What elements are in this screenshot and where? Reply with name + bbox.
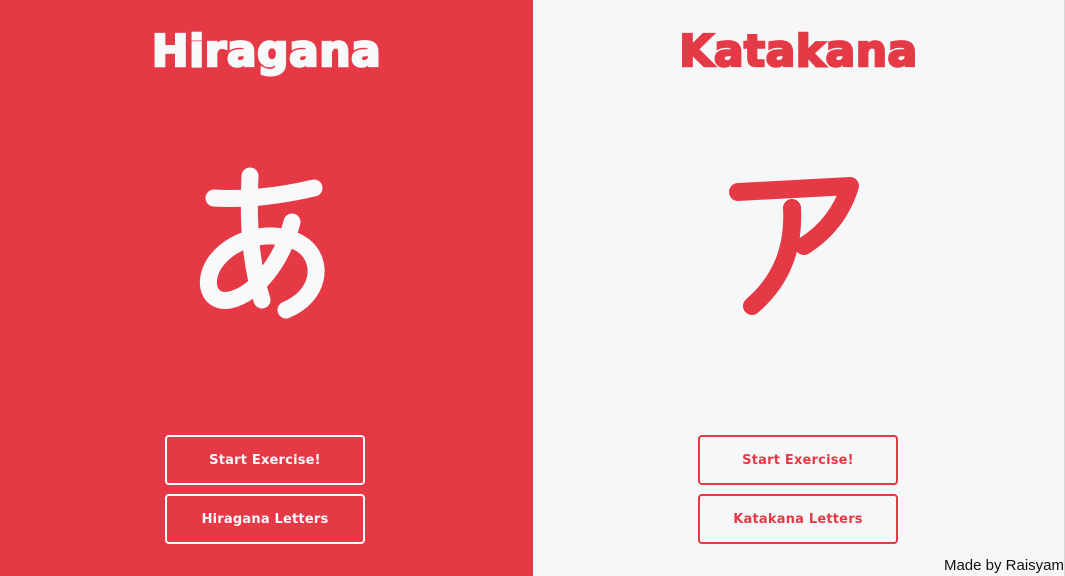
katakana-a-glyph — [728, 177, 859, 315]
hiragana-a-glyph — [199, 167, 325, 319]
katakana-panel: Katakana Start Exercise! Katakana Letter… — [533, 0, 1065, 576]
footer-credit: Made by Raisyam — [943, 557, 1064, 574]
katakana-start-exercise-button[interactable]: Start Exercise! — [698, 435, 898, 485]
katakana-letters-button[interactable]: Katakana Letters — [698, 494, 898, 544]
katakana-title: Katakana — [678, 25, 918, 79]
page: Hiragana Start Exercise! Hiragana Letter… — [0, 0, 1065, 576]
hiragana-start-exercise-button[interactable]: Start Exercise! — [165, 435, 365, 485]
hiragana-title: Hiragana — [151, 25, 383, 79]
katakana-character — [533, 150, 1064, 369]
hiragana-panel: Hiragana Start Exercise! Hiragana Letter… — [0, 0, 533, 576]
hiragana-character — [0, 150, 533, 369]
hiragana-letters-button[interactable]: Hiragana Letters — [165, 494, 365, 544]
